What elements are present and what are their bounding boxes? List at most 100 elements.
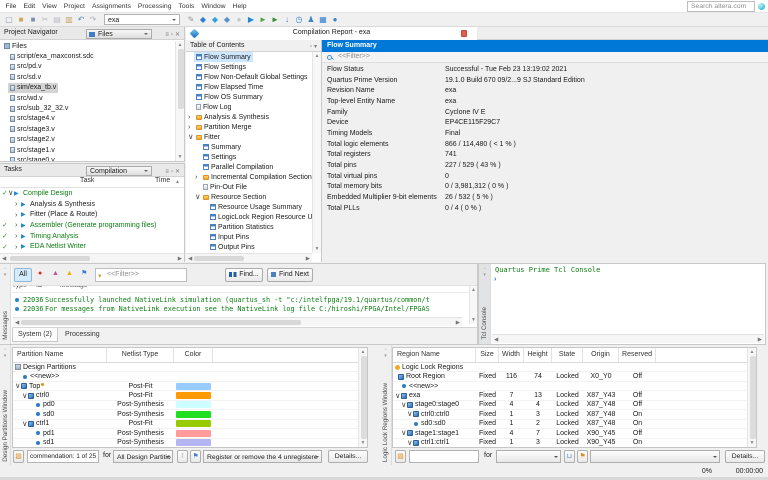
menu-item[interactable]: Project [60,3,88,10]
scrollbar-thumb[interactable] [178,49,184,109]
flow-summary-row[interactable]: Timing Models Final [322,128,768,139]
region-row[interactable]: <<new>> [393,382,756,391]
toc-item[interactable]: Flow Settings [188,62,312,72]
file-item[interactable]: Files [0,41,174,51]
panel-buttons[interactable]: ≡▫✕ [165,29,182,41]
flow-summary-row[interactable]: Total PLLs 0 / 4 ( 0 % ) [322,203,768,214]
scrollbar-thumb[interactable] [10,256,90,261]
action-dropdown[interactable]: Register or remove the 4 unregistere [203,450,322,463]
flow-summary-row[interactable]: Total memory bits 0 / 3,981,312 ( 0 % ) [322,182,768,193]
toc-item[interactable]: Flow OS Summary [188,92,312,102]
settings-icon[interactable]: ◆ [197,13,209,26]
toc-item[interactable]: Flow Elapsed Time [188,82,312,92]
design-partitions-columns[interactable]: Partition Name Netlist Type Color [13,348,367,363]
region-action-dropdown[interactable] [590,450,720,463]
toc-item[interactable]: Input Pins [188,232,312,242]
netlist-viewer-icon[interactable]: ↓ [281,13,293,26]
scrollbar-arrow-icon[interactable]: ▶ [306,256,310,262]
scrollbar-arrow-icon[interactable]: ◀ [494,337,498,343]
menu-item[interactable]: Assignments [88,3,134,10]
open-file-icon[interactable]: ■ [15,13,27,26]
scope-dropdown[interactable]: All Design Partitio [113,450,173,463]
dp-vscrollbar[interactable]: ▲▼ [358,348,367,447]
tcl-prompt[interactable]: › [494,276,496,283]
stop-icon[interactable]: ● [233,13,245,26]
file-item[interactable]: src/stage4.v [0,114,174,124]
toc-item[interactable]: LogicLock Region Resource Usag [188,212,312,222]
toc-item[interactable]: ∨ Resource Section [188,192,312,202]
partition-row[interactable]: <<new>> [13,372,367,381]
scrollbar-arrow-icon[interactable]: ◀ [15,320,19,326]
toc-item[interactable]: Parallel Compilation [188,162,312,172]
tool-button-1[interactable]: ⊺ [177,450,188,463]
search-input[interactable]: Search altera.com [687,1,755,12]
start-compilation-icon[interactable]: ▶ [245,13,257,26]
toc-item[interactable]: › Analysis & Synthesis [188,112,312,122]
partition-color-swatch[interactable] [176,373,211,380]
flow-summary-row[interactable]: Quartus Prime Version 19.1.0 Build 670 0… [322,75,768,86]
tool-button-1[interactable]: ⊔ [564,450,575,463]
toc-item[interactable]: Flow Non-Default Global Settings [188,72,312,82]
flow-summary-row[interactable]: Revision Name exa [322,85,768,96]
partition-row[interactable]: Design Partitions [13,363,367,372]
messages-filter-input[interactable]: ▾<<Filter>> [95,268,187,282]
tab-compilation-report[interactable]: Compilation Report - exa [186,27,477,40]
partition-row[interactable]: pd1 Post-Synthesis [13,429,367,438]
flow-summary-row[interactable]: Top-level Entity Name exa [322,96,768,107]
file-item[interactable]: src/stage1.v [0,145,174,155]
device-icon[interactable]: ▦ [317,13,329,26]
flow-summary-row[interactable]: Flow Status Successful - Tue Feb 23 13:1… [322,64,768,75]
flow-summary-row[interactable]: Total virtual pins 0 [322,171,768,182]
partition-color-swatch[interactable] [176,364,211,371]
undo-icon[interactable]: ↶ [75,13,87,26]
filter-all-button[interactable]: All [14,268,32,282]
recommendation-field[interactable]: commendation: 1 of 25 [27,450,99,463]
region-row[interactable]: Root Region Fixed 116 74 Locked X0_Y0 Of… [393,372,756,381]
scrollbar-arrow-icon[interactable]: ▶ [456,320,460,326]
flow-summary-row[interactable]: Device EP4CE115F29C7 [322,117,768,128]
details-button[interactable]: Details... [725,450,765,463]
scrollbar-arrow-icon[interactable]: ▼ [176,154,184,160]
file-item[interactable]: sim/exa_tb.v [0,83,174,93]
toc-hscrollbar[interactable]: ◀▶ [186,253,312,262]
details-button[interactable]: Details... [328,450,368,463]
region-scope-dropdown[interactable] [496,450,561,463]
region-row[interactable]: ∨ stage1:stage1 Fixed 4 7 Locked X90_Y45… [393,429,756,438]
toc-item[interactable]: Output Pins [188,242,312,252]
files-scrollbar[interactable]: ▲▼ [175,41,184,161]
flow-summary-row[interactable]: Family Cyclone IV E [322,107,768,118]
paste-icon[interactable]: ▥ [63,13,75,26]
scrollbar-arrow-icon[interactable]: ▲ [470,287,477,293]
region-row[interactable]: ∨ stage0:stage0 Fixed 4 4 Locked X87_Y48… [393,401,756,410]
file-item[interactable]: src/pd.v [0,62,174,72]
toc-item[interactable]: Pin-Out File [188,182,312,192]
task-item[interactable]: › ▶ Fitter (Place & Route) [0,209,184,220]
tcl-hscrollbar[interactable]: ◀▶ [492,334,764,343]
scrollbar-arrow-icon[interactable]: ▶ [178,256,182,262]
task-item[interactable]: ✓ › ▶ Timing Analysis [0,231,184,242]
new-file-icon[interactable]: ▢ [3,13,15,26]
regions-icon-button[interactable]: ▨ [395,450,406,463]
flow-summary-row[interactable]: Embedded Multiplier 9-bit elements 26 / … [322,192,768,203]
programmer-icon[interactable]: ♟ [305,13,317,26]
partition-color-swatch[interactable] [176,430,211,437]
scrollbar-arrow-icon[interactable]: ▲ [313,53,321,59]
scrollbar-thumb[interactable] [361,356,367,439]
scrollbar-arrow-icon[interactable]: ▲ [359,349,367,355]
messages-hscrollbar[interactable]: ◀▶ [13,317,462,326]
scrollbar-arrow-icon[interactable]: ◀ [2,256,6,262]
menu-item[interactable]: File [2,3,20,10]
filter-warnings-icon[interactable]: ▲ [66,270,73,278]
file-item[interactable]: src/sub_32_32.v [0,103,174,113]
toc-item[interactable]: Flow Log [188,102,312,112]
incremental-compile-icon[interactable]: ► [269,13,281,26]
toc-item[interactable]: Flow Summary [188,52,312,62]
scrollbar-arrow-icon[interactable]: ▼ [359,440,367,446]
find-button[interactable]: Find... [225,268,263,282]
tab-system[interactable]: System (2) [12,328,58,342]
partition-color-swatch[interactable] [176,392,211,399]
message-row[interactable]: 22036 For messages from NativeLink execu… [12,305,477,315]
toc-vscrollbar[interactable]: ▲▼ [312,52,321,253]
find-next-button[interactable]: Find Next [267,268,313,282]
pin-planner-icon[interactable]: ◆ [209,13,221,26]
